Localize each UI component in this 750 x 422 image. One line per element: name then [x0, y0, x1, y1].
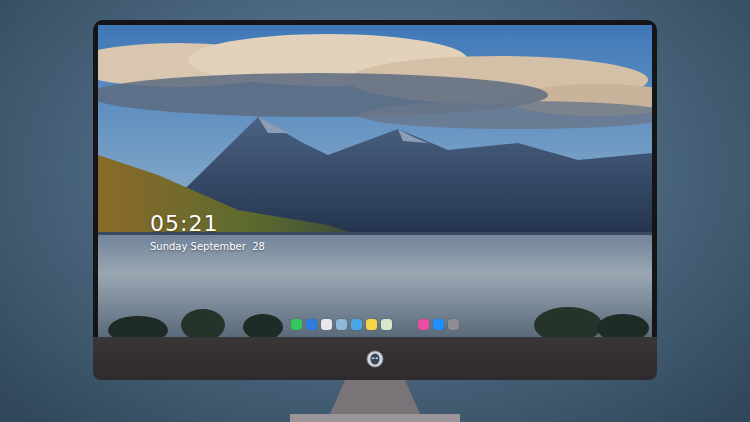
- dock-app-icon[interactable]: [418, 319, 429, 330]
- screen: 05:21 Sunday September 28: [98, 25, 652, 337]
- dock-app-icon[interactable]: [381, 319, 392, 330]
- dock-app-icon[interactable]: [448, 319, 459, 330]
- monitor-stand: [290, 380, 460, 422]
- dock-app-icon[interactable]: [306, 319, 317, 330]
- dock: [98, 317, 652, 332]
- dock-app-icon[interactable]: [321, 319, 332, 330]
- dock-app-icon[interactable]: [433, 319, 444, 330]
- wallpaper: [98, 25, 652, 337]
- date-label: Sunday September 28: [150, 240, 265, 254]
- dock-app-icon[interactable]: [291, 319, 302, 330]
- monitor-bezel: 05:21 Sunday September 28: [93, 20, 657, 337]
- dock-app-icon[interactable]: [366, 319, 377, 330]
- time-label: 05:21: [150, 211, 265, 237]
- dock-app-icon[interactable]: [351, 319, 362, 330]
- monitor-chin: [93, 337, 657, 380]
- alien-logo-icon: [366, 350, 384, 368]
- dock-app-icon[interactable]: [336, 319, 347, 330]
- lock-clock: 05:21 Sunday September 28: [150, 211, 265, 254]
- monitor: 05:21 Sunday September 28: [93, 20, 657, 422]
